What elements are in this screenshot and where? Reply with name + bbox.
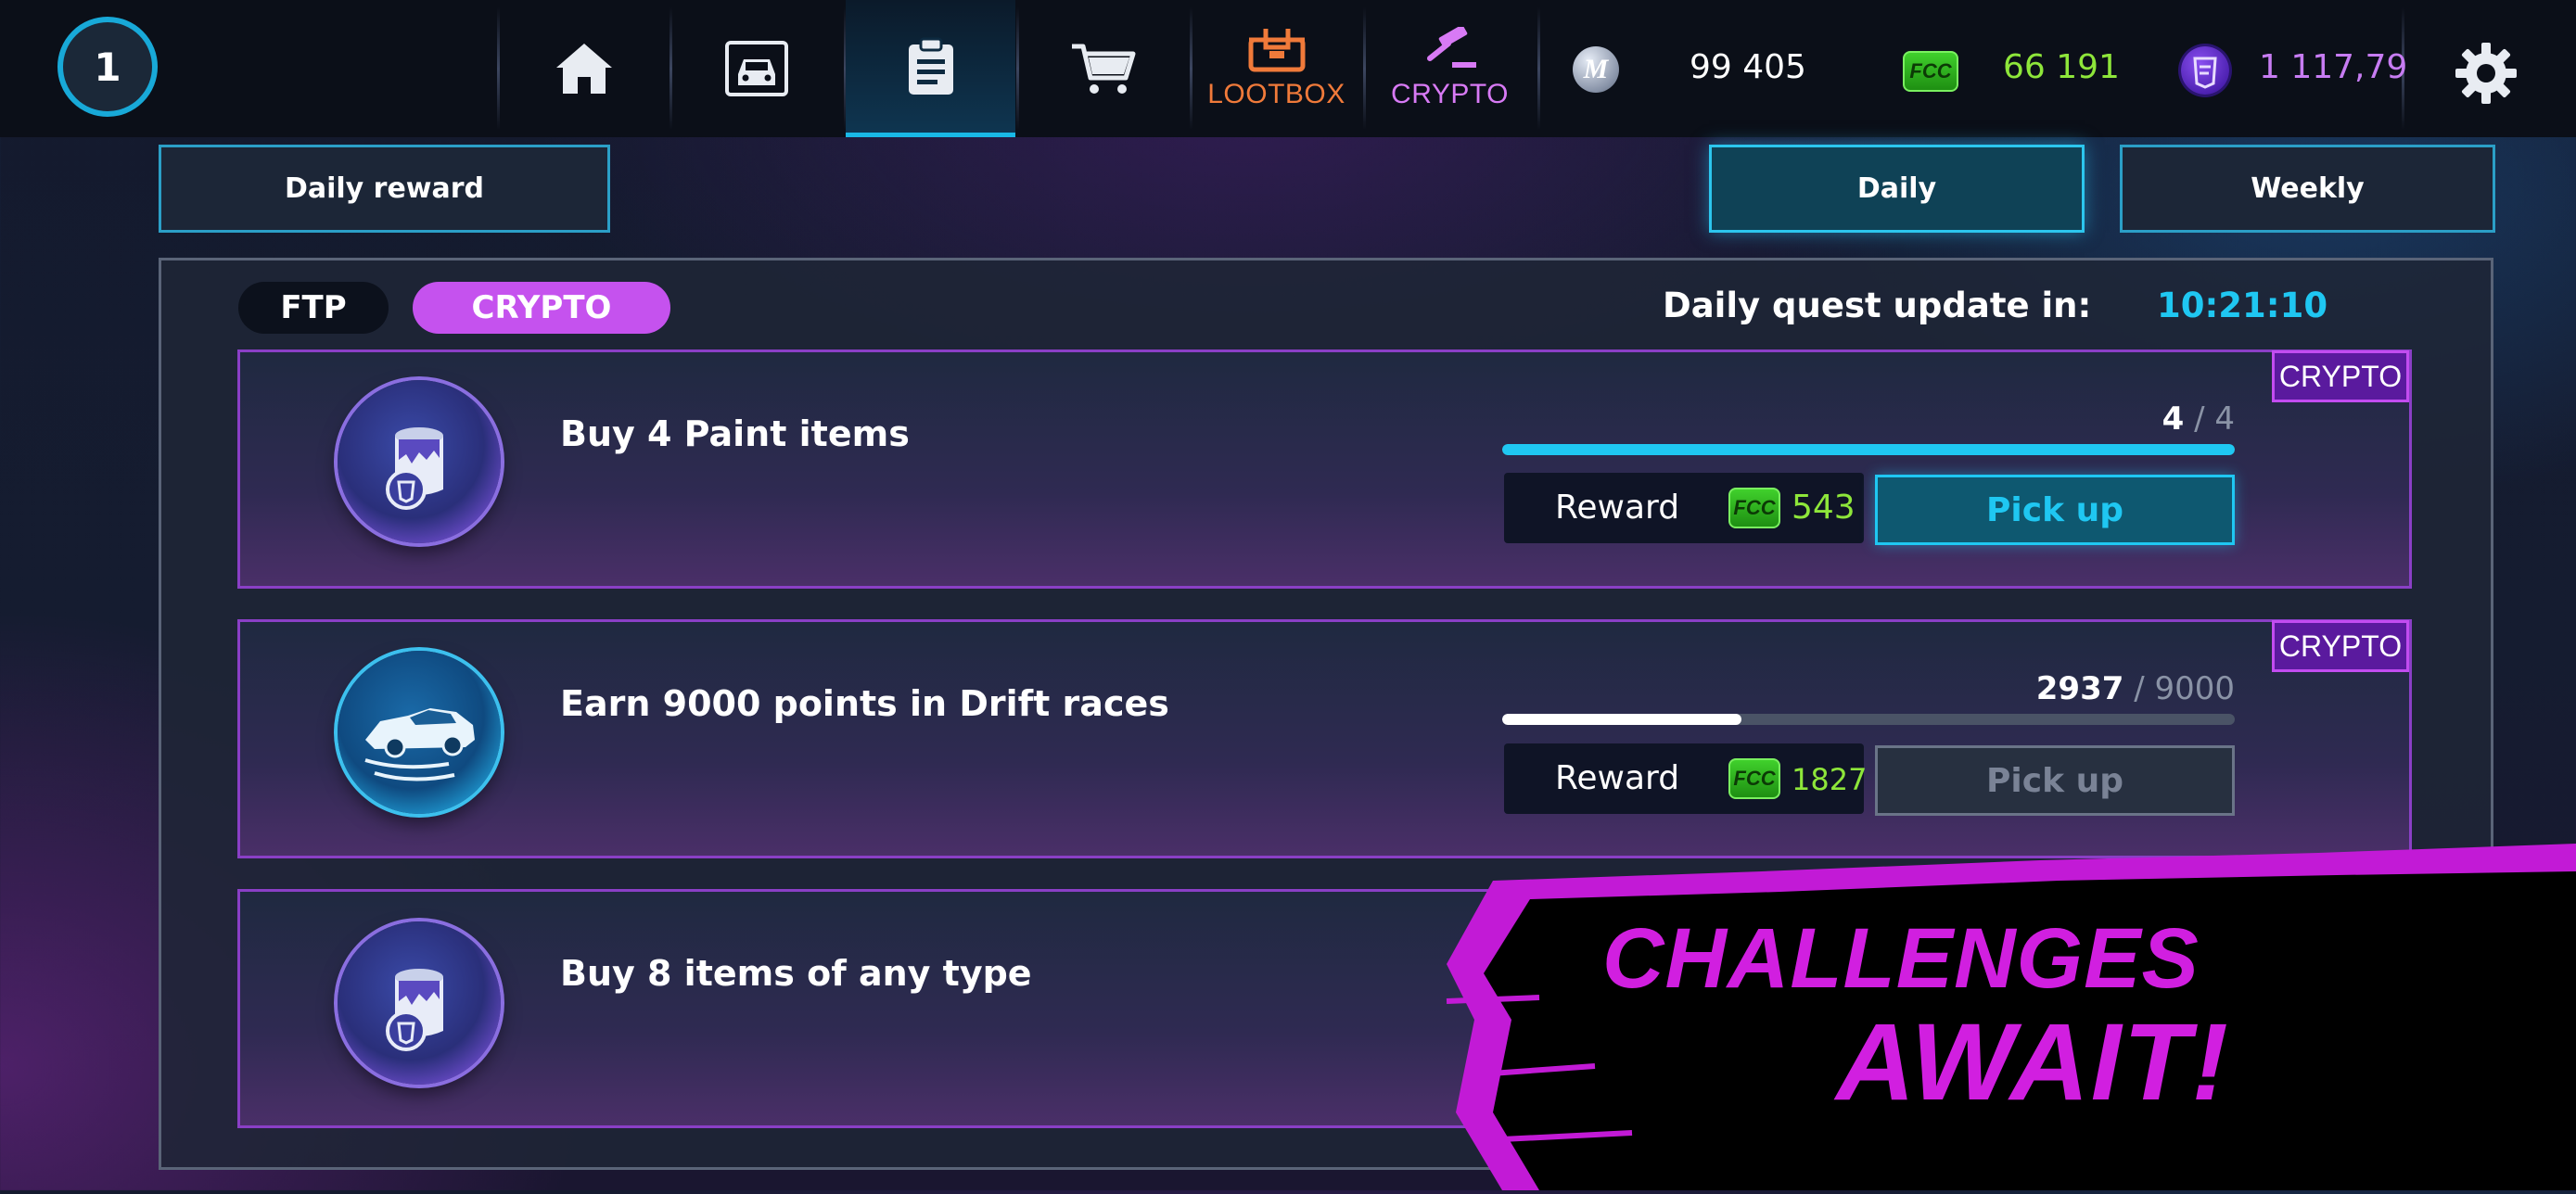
- quest-progress-fill: [1502, 714, 1741, 725]
- tab-daily[interactable]: Daily: [1709, 145, 2085, 233]
- gavel-icon: [1426, 27, 1476, 68]
- drift-car-icon: [338, 651, 501, 814]
- cart-icon: [1071, 44, 1135, 94]
- player-level: 1: [94, 44, 121, 90]
- lootbox-label: LOOTBOX: [1207, 79, 1345, 109]
- quest-progress-text: 2937 / 9000: [2035, 670, 2235, 707]
- player-level-badge[interactable]: 1: [57, 17, 158, 117]
- nav-garage-button[interactable]: [671, 0, 841, 137]
- settings-button[interactable]: [2454, 41, 2519, 109]
- m-coin-balance: 99 405: [1690, 48, 1806, 86]
- crypto-balance: 1 117,79: [2259, 48, 2408, 86]
- m-coin-icon: M: [1573, 46, 1619, 93]
- nav-home-button[interactable]: [499, 0, 669, 137]
- banner-line-2: AWAIT!: [1836, 1001, 2230, 1124]
- paint-bucket-icon: [338, 380, 501, 543]
- reward-label: Reward: [1555, 489, 1680, 527]
- quest-title: Buy 8 items of any type: [560, 953, 1032, 994]
- home-icon: [555, 44, 612, 94]
- quest-update-label: Daily quest update in:: [1663, 286, 2092, 325]
- pick-up-button[interactable]: Pick up: [1875, 475, 2235, 545]
- crypto-label: CRYPTO: [1391, 79, 1509, 109]
- quest-progress-fill: [1502, 444, 2235, 455]
- fcc-icon: FCC: [1903, 51, 1958, 92]
- quest-progress-bar: [1502, 714, 2235, 725]
- quest-progress-bar: [1502, 444, 2235, 455]
- nav-divider: [1537, 7, 1540, 130]
- nav-lootbox-button[interactable]: LOOTBOX: [1192, 0, 1361, 137]
- daily-reward-button[interactable]: Daily reward: [159, 145, 610, 233]
- pick-up-button[interactable]: Pick up: [1875, 745, 2235, 816]
- gear-icon: [2455, 43, 2517, 104]
- crypto-tag: CRYPTO: [2272, 620, 2409, 672]
- fcc-icon: FCC: [1728, 758, 1780, 799]
- nav-shop-button[interactable]: [1018, 0, 1188, 137]
- quest-card: [237, 619, 2412, 858]
- reward-box: Reward FCC 1827: [1504, 743, 1868, 814]
- fcc-icon: FCC: [1728, 488, 1780, 528]
- nav-quests-button[interactable]: [846, 0, 1015, 137]
- promo-banner: CHALLENGES AWAIT!: [1391, 834, 2576, 1190]
- banner-line-1: CHALLENGES: [1602, 911, 2200, 1006]
- quest-card: [237, 349, 2412, 589]
- filter-crypto-button[interactable]: CRYPTO: [413, 282, 670, 334]
- reward-value: 543: [1792, 489, 1855, 527]
- nav-crypto-button[interactable]: CRYPTO: [1365, 0, 1535, 137]
- filter-ftp-button[interactable]: FTP: [238, 282, 389, 334]
- crypto-coin-icon: [2181, 46, 2229, 95]
- paint-bucket-icon: [338, 921, 501, 1085]
- crypto-tag: CRYPTO: [2272, 350, 2409, 402]
- quest-title: Earn 9000 points in Drift races: [560, 683, 1169, 724]
- fcc-balance: 66 191: [2003, 48, 2120, 86]
- tab-weekly[interactable]: Weekly: [2120, 145, 2495, 233]
- reward-label: Reward: [1555, 759, 1680, 797]
- lootbox-icon: [1248, 29, 1305, 72]
- reward-value: 1827: [1792, 762, 1868, 797]
- reward-box: Reward FCC 543: [1504, 473, 1864, 543]
- clipboard-icon: [908, 37, 953, 95]
- quest-update-timer: 10:21:10: [2157, 286, 2328, 325]
- car-front-icon: [724, 41, 788, 96]
- quest-progress-text: 4 / 4: [2162, 400, 2235, 438]
- quest-title: Buy 4 Paint items: [560, 413, 910, 454]
